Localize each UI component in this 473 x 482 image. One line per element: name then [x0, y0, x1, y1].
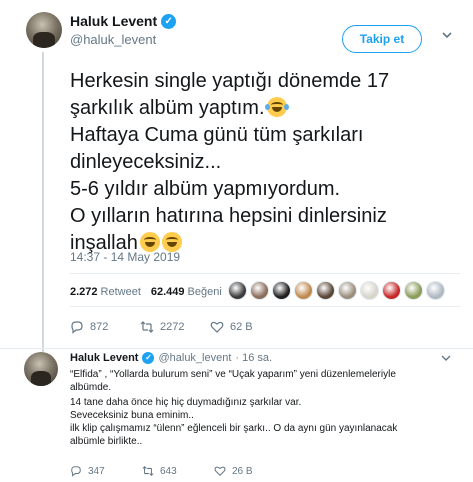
liker-avatar[interactable] [228, 281, 247, 300]
reply-line: Seveceksiniz buna eminim.. [70, 410, 194, 421]
tweet-actions: 872 2272 62 B [70, 319, 280, 335]
reply-button[interactable]: 347 [70, 464, 142, 478]
reply-author-handle[interactable]: @haluk_levent [158, 352, 231, 364]
reply-line: albümde. [70, 382, 112, 393]
like-button[interactable]: 62 B [210, 319, 280, 335]
retweet-stat[interactable]: 2.272 Retweet [70, 286, 141, 298]
grinning-emoji-icon [161, 232, 182, 252]
chevron-down-icon[interactable] [440, 352, 452, 364]
like-count: 62 B [230, 321, 253, 333]
liker-avatar[interactable] [426, 281, 445, 300]
liker-avatar[interactable] [316, 281, 335, 300]
divider [0, 348, 473, 349]
tweet-text: Herkesin single yaptığı dönemde 17 şarkı… [70, 68, 460, 257]
tears-of-joy-emoji-icon [264, 97, 289, 117]
tweet-line: dinleyeceksiniz... [70, 151, 222, 173]
thread-line [42, 52, 44, 352]
reply-line: ilk klip çalışmamız “ülenn” eğlenceli bi… [70, 423, 398, 434]
verified-badge-icon: ✓ [142, 352, 155, 364]
reply-line: albümle birlikte.. [70, 436, 143, 447]
chevron-down-icon[interactable] [440, 28, 454, 42]
reply-icon [71, 321, 83, 334]
reply-author-name[interactable]: Haluk Levent [70, 352, 138, 364]
verified-badge-icon: ✓ [161, 13, 177, 29]
tweet-timestamp[interactable]: 14:37 - 14 May 2019 [70, 250, 180, 264]
tweet-line: O yılların hatırına hepsini dinlersiniz [70, 205, 387, 227]
divider [70, 273, 460, 274]
retweet-icon [142, 465, 154, 477]
reply-count: 347 [88, 465, 105, 477]
tweet-stats: 2.272 Retweet 62.449 Beğeni [70, 283, 222, 301]
divider [70, 306, 460, 307]
like-stat[interactable]: 62.449 Beğeni [151, 286, 222, 298]
heart-icon [210, 321, 224, 333]
author-name[interactable]: Haluk Levent [70, 13, 157, 29]
liker-avatars [228, 281, 445, 300]
author-handle[interactable]: @haluk_levent [70, 32, 156, 47]
retweet-count: 2272 [160, 321, 185, 333]
tweet-line: şarkılık albüm yaptım. [70, 97, 265, 119]
liker-avatar[interactable] [294, 281, 313, 300]
retweet-button[interactable]: 643 [142, 464, 214, 478]
tweet-line: Herkesin single yaptığı dönemde 17 [70, 70, 390, 92]
reply-author-row: Haluk Levent ✓ @haluk_levent · 16 sa. [70, 352, 272, 364]
liker-avatar[interactable] [272, 281, 291, 300]
retweet-stat-label: Retweet [100, 286, 141, 298]
liker-avatar[interactable] [250, 281, 269, 300]
tweet-line-wrap: şarkılık albüm yaptım. [70, 95, 460, 122]
reply-text: “Elfida” , “Yollarda bulurum seni” ve “U… [70, 368, 460, 448]
like-button[interactable]: 26 B [214, 464, 286, 478]
avatar[interactable] [26, 12, 62, 48]
reply-icon [71, 466, 81, 477]
retweet-stat-count: 2.272 [70, 286, 98, 298]
author-row: Haluk Levent ✓ [70, 13, 177, 29]
liker-avatar[interactable] [338, 281, 357, 300]
avatar[interactable] [24, 352, 58, 386]
like-count: 26 B [232, 465, 253, 477]
liker-avatar[interactable] [360, 281, 379, 300]
tweet-line: Haftaya Cuma günü tüm şarkıları [70, 124, 364, 146]
follow-button[interactable]: Takip et [342, 25, 422, 53]
reply-button[interactable]: 872 [70, 319, 140, 335]
like-stat-count: 62.449 [150, 286, 185, 298]
main-tweet: Haluk Levent ✓ @haluk_levent Takip et He… [0, 0, 473, 352]
liker-avatar[interactable] [382, 281, 401, 300]
reply-time[interactable]: · 16 sa. [235, 352, 272, 364]
retweet-icon [140, 321, 154, 333]
reply-count: 872 [90, 321, 109, 333]
retweet-button[interactable]: 2272 [140, 319, 210, 335]
liker-avatar[interactable] [404, 281, 423, 300]
reply-line: 14 tane daha önce hiç hiç duymadığınız ş… [70, 397, 302, 408]
like-stat-label: Beğeni [187, 286, 222, 298]
reply-line: “Elfida” , “Yollarda bulurum seni” ve “U… [70, 369, 396, 380]
grinning-emoji-icon [139, 232, 160, 252]
retweet-count: 643 [160, 465, 177, 477]
heart-icon [214, 466, 226, 477]
tweet-line: 5-6 yıldır albüm yapmıyordum. [70, 178, 341, 200]
reply-actions: 347 643 26 B [70, 464, 286, 478]
